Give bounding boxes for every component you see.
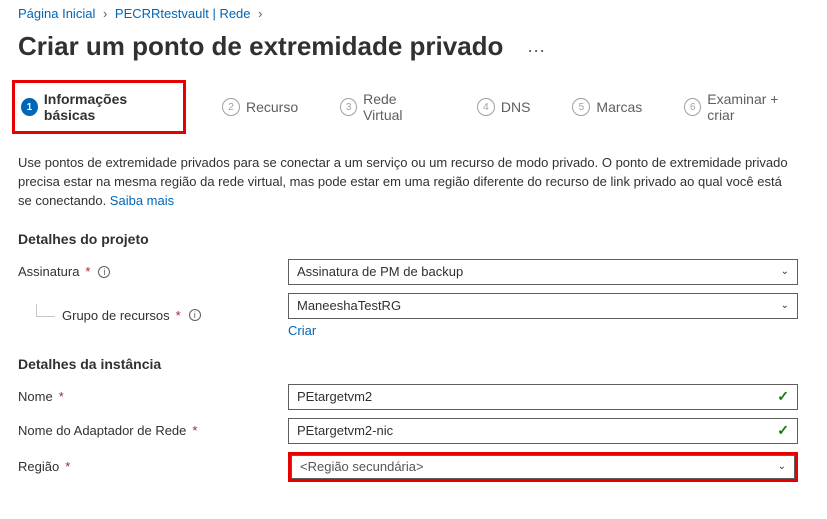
chevron-right-icon: › <box>103 6 107 21</box>
name-input[interactable]: PEtargetvm2 ✓ <box>288 384 798 410</box>
tab-basics[interactable]: 1 Informações básicas <box>15 83 179 131</box>
create-new-link[interactable]: Criar <box>288 323 798 338</box>
intro-text: Use pontos de extremidade privados para … <box>18 154 798 211</box>
label-resource-group: Grupo de recursos* i <box>18 308 288 323</box>
region-select[interactable]: <Região secundária> ⌄ <box>291 455 795 479</box>
resource-group-select[interactable]: ManeeshaTestRG ⌄ <box>288 293 798 319</box>
breadcrumb: Página Inicial › PECRRtestvault | Rede › <box>18 6 809 27</box>
check-icon: ✓ <box>777 388 789 405</box>
subscription-select[interactable]: Assinatura de PM de backup ⌄ <box>288 259 798 285</box>
section-instance-details: Detalhes da instância <box>18 356 809 372</box>
step-number-icon: 4 <box>477 98 495 116</box>
chevron-down-icon: ⌄ <box>781 266 789 277</box>
section-project-details: Detalhes do projeto <box>18 231 809 247</box>
chevron-down-icon: ⌄ <box>781 300 789 311</box>
tab-review-create[interactable]: 6 Examinar + criar <box>678 83 809 131</box>
info-icon[interactable]: i <box>189 309 201 321</box>
step-number-icon: 2 <box>222 98 240 116</box>
info-icon[interactable]: i <box>98 266 110 278</box>
step-number-icon: 1 <box>21 98 38 116</box>
wizard-tabs: 1 Informações básicas 2 Recurso 3 Rede V… <box>18 80 809 134</box>
breadcrumb-home[interactable]: Página Inicial <box>18 6 95 21</box>
label-nic-name: Nome do Adaptador de Rede* <box>18 423 288 438</box>
chevron-right-icon: › <box>258 6 262 21</box>
tab-virtual-network[interactable]: 3 Rede Virtual <box>334 83 441 131</box>
tab-dns[interactable]: 4 DNS <box>471 90 537 124</box>
chevron-down-icon: ⌄ <box>778 461 786 472</box>
step-number-icon: 3 <box>340 98 357 116</box>
tab-resource[interactable]: 2 Recurso <box>216 90 304 124</box>
step-number-icon: 6 <box>684 98 701 116</box>
tab-tags[interactable]: 5 Marcas <box>566 90 648 124</box>
label-subscription: Assinatura* i <box>18 264 288 279</box>
label-region: Região* <box>18 459 288 474</box>
learn-more-link[interactable]: Saiba mais <box>110 193 174 208</box>
check-icon: ✓ <box>777 422 789 439</box>
page-title: Criar um ponto de extremidade privado <box>18 31 503 62</box>
breadcrumb-vault[interactable]: PECRRtestvault | Rede <box>115 6 251 21</box>
label-name: Nome* <box>18 389 288 404</box>
nic-name-input[interactable]: PEtargetvm2-nic ✓ <box>288 418 798 444</box>
step-number-icon: 5 <box>572 98 590 116</box>
more-actions-icon[interactable]: ⋯ <box>527 41 545 62</box>
